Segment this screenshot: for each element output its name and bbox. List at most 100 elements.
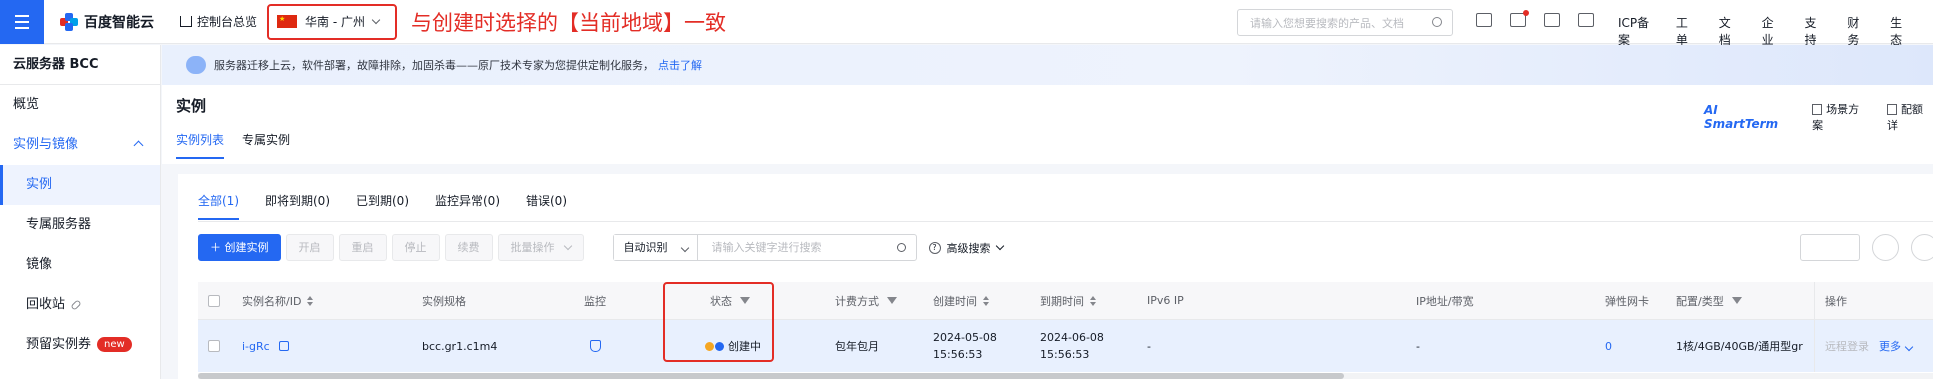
scene-solution-link[interactable]: 场景方案: [1812, 101, 1869, 133]
banner-link[interactable]: 点击了解: [658, 57, 702, 73]
top-link-ecosystem[interactable]: 生态: [1890, 14, 1909, 48]
filter-icon[interactable]: [1731, 297, 1742, 304]
horizontal-scrollbar[interactable]: [198, 373, 1933, 379]
sidebar-group-instances-images[interactable]: 实例与镜像: [0, 125, 160, 165]
filter-all[interactable]: 全部(1): [198, 192, 239, 220]
help-icon[interactable]: ?: [928, 241, 941, 254]
list-icon: [1886, 104, 1897, 115]
ipv6-cell: -: [1147, 339, 1151, 353]
smartterm-link[interactable]: AI SmartTerm: [1704, 103, 1794, 131]
chevron-down-icon: [680, 243, 689, 253]
sort-icon[interactable]: [307, 295, 314, 306]
link-icon: [70, 299, 82, 311]
row-select-cell: [208, 320, 220, 372]
col-expires-label: 到期时间: [1040, 294, 1084, 308]
batch-operation-dropdown[interactable]: 批量操作: [497, 234, 584, 261]
qrcode-icon[interactable]: [1476, 13, 1492, 27]
col-expires[interactable]: 到期时间: [1040, 282, 1096, 319]
console-home-label: 控制台总览: [197, 15, 258, 29]
search-field-select[interactable]: 自动识别: [613, 235, 698, 260]
console-home-link[interactable]: 控制台总览: [180, 13, 257, 30]
baidu-cloud-logo-icon: [60, 12, 78, 31]
instance-id-link[interactable]: i-gRc: [242, 340, 270, 353]
filter-icon[interactable]: [887, 297, 897, 304]
hamburger-menu-button[interactable]: [0, 0, 44, 44]
col-billing[interactable]: 计费方式: [835, 282, 897, 319]
download-dropdown[interactable]: [1800, 234, 1860, 261]
top-bar: 百度智能云 控制台总览 华南 - 广州 与创建时选择的【当前地域】一致 请输入您…: [0, 0, 1933, 47]
col-name[interactable]: 实例名称/ID: [242, 282, 314, 319]
message-icon[interactable]: [1510, 10, 1529, 27]
restart-button[interactable]: 重启: [338, 234, 387, 261]
cloud-icon: [186, 56, 206, 74]
top-icon-group: [1476, 10, 1594, 27]
renew-button[interactable]: 续费: [444, 234, 493, 261]
sidebar-item-instance[interactable]: 实例: [0, 165, 160, 205]
logo-text: 百度智能云: [84, 14, 154, 31]
cart-icon[interactable]: [1544, 13, 1560, 27]
refresh-icon[interactable]: [1911, 234, 1933, 261]
sort-icon[interactable]: [983, 295, 989, 306]
page-header: 实例 实例列表 专属实例 AI SmartTerm 场景方案 配额详: [162, 85, 1933, 164]
top-link-icp[interactable]: ICP备案: [1618, 14, 1652, 48]
col-ipv6: IPv6 IP: [1147, 294, 1184, 307]
keyword-search-input[interactable]: 请输入关键字进行搜索: [698, 235, 916, 260]
select-all-cell: [208, 282, 220, 319]
spec-cell: bcc.gr1.c1m4: [422, 339, 498, 353]
sidebar-item-dedicated-server[interactable]: 专属服务器: [0, 205, 160, 245]
global-search-input[interactable]: 请输入您想要搜索的产品、文档: [1237, 9, 1453, 36]
sidebar-group-label: 实例与镜像: [13, 137, 79, 152]
top-link-ticket[interactable]: 工单: [1676, 14, 1695, 48]
settings-icon[interactable]: [1872, 234, 1899, 261]
start-button[interactable]: 开启: [285, 234, 334, 261]
copy-icon[interactable]: [278, 341, 289, 351]
tab-dedicated-instance[interactable]: 专属实例: [242, 131, 290, 159]
filter-expiring[interactable]: 即将到期(0): [265, 192, 330, 220]
more-dropdown[interactable]: 更多: [1879, 338, 1914, 354]
search-icon[interactable]: [896, 243, 906, 252]
filter-error[interactable]: 错误(0): [526, 192, 567, 220]
top-link-enterprise[interactable]: 企业: [1762, 14, 1781, 48]
sort-icon[interactable]: [1090, 295, 1096, 306]
created-date: 2024-05-08: [933, 331, 997, 344]
sidebar-item-overview[interactable]: 概览: [0, 85, 160, 125]
col-monitor: 监控: [584, 294, 606, 308]
create-instance-button[interactable]: ＋ 创建实例: [198, 234, 281, 261]
top-links: ICP备案 工单 文档 企业 支持 财务 生态: [1618, 14, 1933, 48]
advanced-search-button[interactable]: ? 高级搜索: [928, 240, 1004, 256]
config-cell: 1核/4GB/40GB/通用型gr1: [1676, 340, 1804, 353]
eni-cell[interactable]: 0: [1605, 320, 1612, 372]
monitor-icon[interactable]: [590, 340, 601, 352]
sidebar-item-reserved-instance[interactable]: 预留实例券 new: [0, 325, 160, 365]
table-row[interactable]: i-gRc bcc.gr1.c1m4 创建中 包年包月 2024-05-08 15…: [198, 320, 1933, 372]
col-ip: IP地址/带宽: [1416, 294, 1474, 308]
row-checkbox[interactable]: [208, 340, 220, 352]
filter-expired[interactable]: 已到期(0): [356, 192, 409, 220]
col-ops: 操作: [1814, 282, 1847, 319]
region-selector[interactable]: 华南 - 广州: [267, 3, 398, 40]
select-all-checkbox[interactable]: [208, 294, 220, 307]
header-actions: AI SmartTerm 场景方案 配额详: [1704, 101, 1933, 133]
region-label: 华南 - 广州: [305, 15, 365, 29]
sidebar-item-recycle-bin[interactable]: 回收站: [0, 285, 160, 325]
page-tabs: 实例列表 专属实例: [176, 131, 290, 159]
top-link-support[interactable]: 支持: [1804, 14, 1823, 48]
top-link-docs[interactable]: 文档: [1719, 14, 1738, 48]
col-created[interactable]: 创建时间: [933, 282, 989, 319]
logo[interactable]: 百度智能云: [60, 12, 154, 32]
expires-cell: 2024-06-08 15:56:53: [1040, 320, 1104, 372]
keyword-placeholder: 请输入关键字进行搜索: [711, 241, 822, 254]
col-config[interactable]: 配置/类型: [1676, 282, 1742, 319]
divider: [198, 221, 1933, 222]
sidebar-item-image[interactable]: 镜像: [0, 245, 160, 285]
quota-link[interactable]: 配额详: [1886, 101, 1933, 133]
icp-icon[interactable]: [1578, 13, 1594, 27]
tab-instance-list[interactable]: 实例列表: [176, 131, 225, 159]
stop-button[interactable]: 停止: [391, 234, 440, 261]
remote-login-link[interactable]: 远程登录: [1825, 338, 1869, 354]
filter-monitor-abnormal[interactable]: 监控异常(0): [435, 192, 500, 220]
sidebar-item-label: 预留实例券: [26, 337, 92, 352]
search-icon[interactable]: [1432, 17, 1442, 27]
scrollbar-thumb[interactable]: [198, 373, 1344, 379]
top-link-finance[interactable]: 财务: [1847, 14, 1866, 48]
